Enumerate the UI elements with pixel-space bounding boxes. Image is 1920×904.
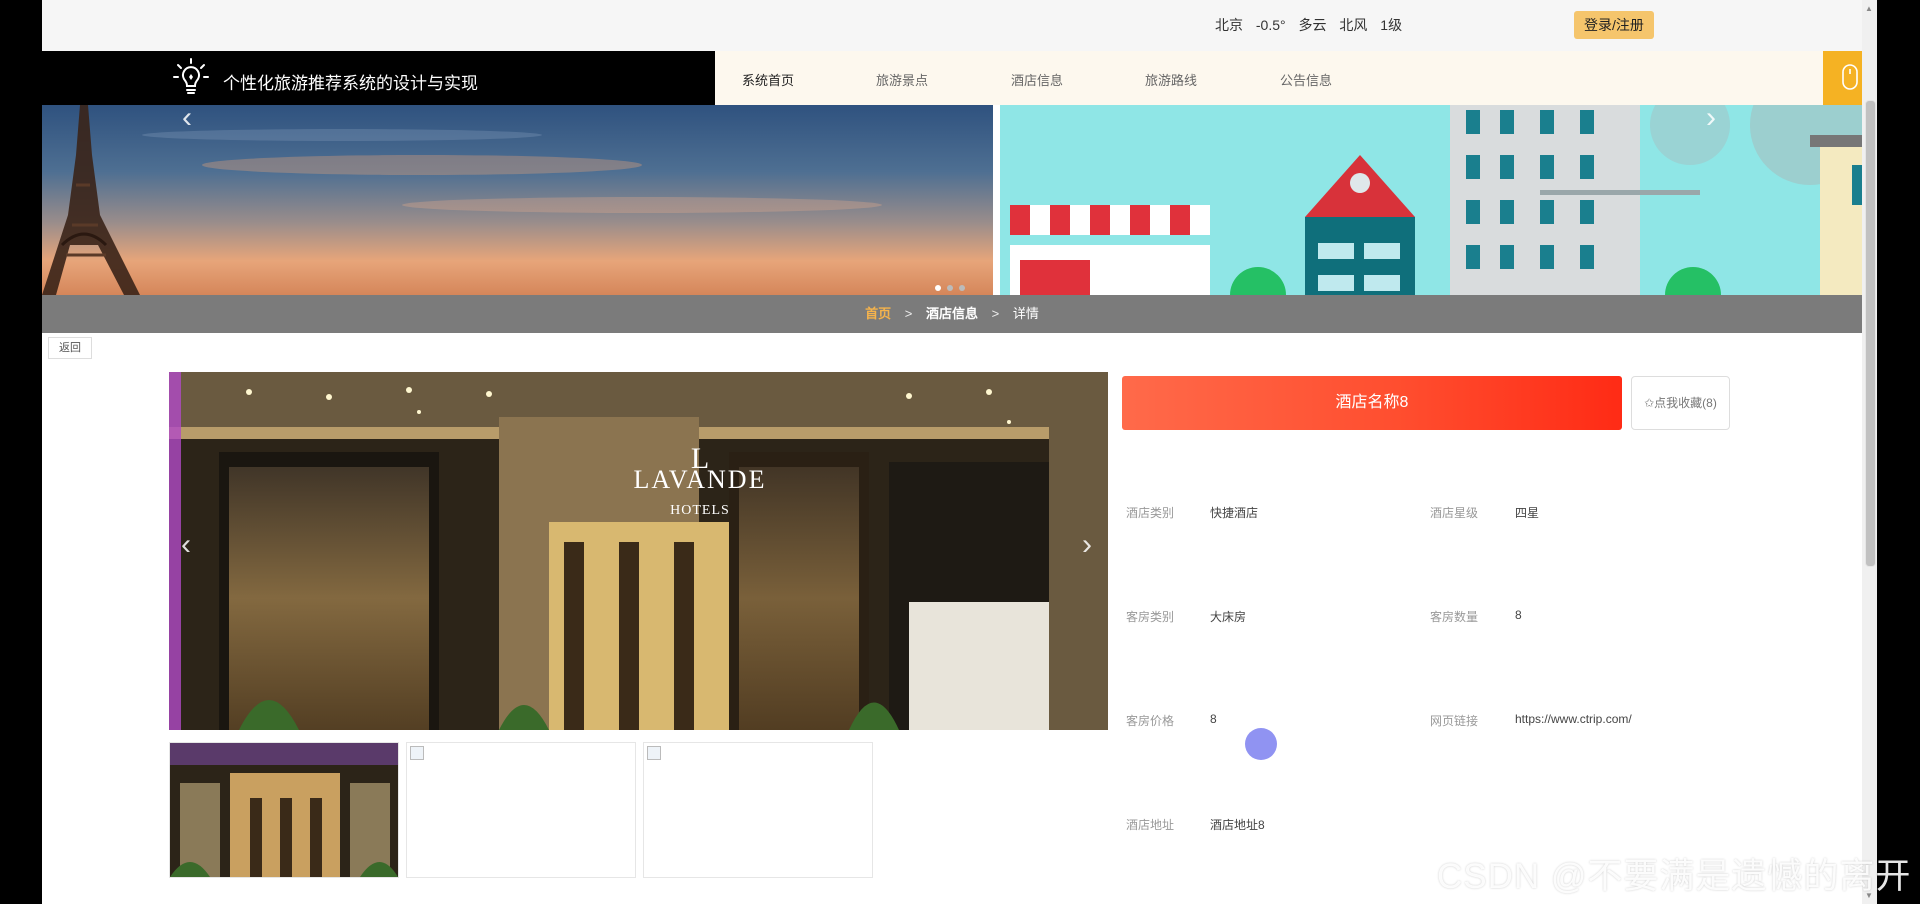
banner-prev-icon[interactable]: ‹: [182, 105, 192, 133]
breadcrumb: 首页 > 酒店信息 > 详情: [42, 295, 1862, 333]
nav-notices[interactable]: 公告信息: [1280, 70, 1332, 89]
gallery-thumbnail[interactable]: [643, 742, 873, 878]
weather-widget: 北京 -0.5° 多云 北风 1级: [1215, 15, 1411, 35]
main-nav: 系统首页 旅游景点 酒店信息 旅游路线 公告信息: [715, 51, 1862, 105]
mouse-icon: [1842, 64, 1858, 90]
site-title: 个性化旅游推荐系统的设计与实现: [223, 74, 478, 93]
room-type-value: 大床房: [1210, 610, 1247, 624]
broken-image-icon: [410, 746, 424, 760]
scroll-up-icon[interactable]: ▲: [1865, 4, 1873, 13]
browser-page: 北京 -0.5° 多云 北风 1级 登录/注册 个性化旅游推荐系统的设计与实现: [42, 0, 1862, 904]
banner-dot-active[interactable]: [935, 285, 941, 291]
weather-temp: -0.5°: [1255, 17, 1286, 33]
banner-dot[interactable]: [959, 285, 965, 291]
weather-wind: 北风: [1339, 17, 1368, 33]
lightbulb-icon: [173, 58, 209, 94]
awning-shop: [1010, 205, 1210, 295]
hotel-address-label: 酒店地址: [1126, 818, 1175, 832]
mouse-scroll-button[interactable]: [1823, 51, 1862, 105]
site-header: 个性化旅游推荐系统的设计与实现: [42, 51, 715, 105]
banner-dot[interactable]: [947, 285, 953, 291]
hotel-address-value: 酒店地址8: [1210, 818, 1265, 832]
nav-routes[interactable]: 旅游路线: [1145, 70, 1197, 89]
hotel-thumbnail-photo: [170, 743, 398, 877]
banner-dots: [935, 278, 971, 295]
csdn-watermark: CSDN @不要满是遗憾的离开: [1437, 857, 1912, 896]
hotel-category-value: 快捷酒店: [1210, 506, 1259, 520]
nav-attractions[interactable]: 旅游景点: [876, 70, 928, 89]
hotel-star-value: 四星: [1515, 506, 1540, 520]
hotel-photo: L LAVANDE HOTELS: [169, 372, 1108, 730]
page-scrollbar[interactable]: ▲ ▼: [1862, 0, 1877, 904]
breadcrumb-home[interactable]: 首页: [865, 306, 891, 321]
broken-image-icon: [647, 746, 661, 760]
nav-home[interactable]: 系统首页: [742, 70, 794, 89]
weather-condition: 多云: [1298, 17, 1327, 33]
hotel-category-label: 酒店类别: [1126, 506, 1175, 520]
gallery-prev-icon[interactable]: ‹: [181, 530, 191, 560]
room-price-value: 8: [1210, 712, 1217, 726]
login-register-button[interactable]: 登录/注册: [1574, 11, 1654, 39]
weather-city: 北京: [1215, 17, 1243, 33]
town-illustration: [1010, 105, 1862, 295]
hotel-name-banner: 酒店名称8: [1122, 376, 1622, 430]
breadcrumb-separator: >: [991, 306, 1000, 321]
hotel-main-image: L LAVANDE HOTELS ‹ ›: [169, 372, 1108, 730]
room-price-label: 客房价格: [1126, 714, 1175, 728]
nav-hotels[interactable]: 酒店信息: [1011, 70, 1063, 89]
banner-carousel: ‹ ›: [42, 105, 1862, 295]
breadcrumb-hotels[interactable]: 酒店信息: [926, 306, 978, 321]
favorite-button[interactable]: ✩点我收藏(8): [1631, 376, 1730, 430]
weather-level: 1级: [1380, 17, 1403, 33]
banner-next-icon[interactable]: ›: [1706, 105, 1716, 133]
breadcrumb-separator: >: [904, 306, 913, 321]
hotel-star-label: 酒店星级: [1430, 506, 1479, 520]
top-bar: 北京 -0.5° 多云 北风 1级 登录/注册: [42, 0, 1862, 51]
room-count-value: 8: [1515, 608, 1522, 622]
scrollbar-thumb[interactable]: [1865, 100, 1876, 567]
breadcrumb-current: 详情: [1012, 306, 1039, 321]
gallery-thumbnail[interactable]: [406, 742, 636, 878]
back-button[interactable]: 返回: [48, 337, 92, 359]
hotel-sign-line1: LAVANDE: [634, 465, 767, 494]
hotel-sign-line2: HOTELS: [670, 503, 730, 518]
mouse-cursor-highlight: [1245, 728, 1277, 760]
room-count-label: 客房数量: [1430, 610, 1479, 624]
banner-slide-town: [1000, 105, 1862, 295]
web-link-label: 网页链接: [1430, 714, 1479, 728]
gallery-thumbnail[interactable]: [169, 742, 399, 878]
gallery-next-icon[interactable]: ›: [1082, 530, 1092, 560]
web-link-value[interactable]: https://www.ctrip.com/: [1515, 712, 1632, 726]
room-type-label: 客房类别: [1126, 610, 1175, 624]
